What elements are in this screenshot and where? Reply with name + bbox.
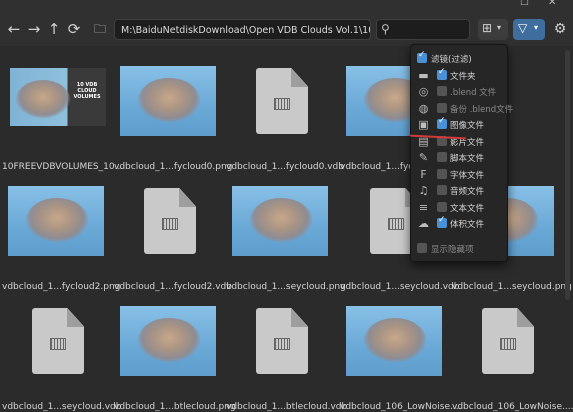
close-icon[interactable]: ✕ <box>548 0 556 8</box>
path-field[interactable]: M:\BaiduNetdiskDownload\Open VDB Clouds … <box>114 19 371 40</box>
back-arrow-icon[interactable]: ← <box>4 19 24 39</box>
filter-option-label: 显示隐藏项 <box>431 245 474 255</box>
folder-icon: ▬ <box>418 68 429 82</box>
forward-arrow-icon[interactable]: → <box>24 19 44 39</box>
filter-option-label: 体积文件 <box>450 220 485 230</box>
file-name: vdbcloud_1...fycloud0.vdb <box>226 162 344 172</box>
chevron-down-icon: ▾ <box>497 23 502 32</box>
title-bar: ☐ ✕ <box>0 0 573 10</box>
filter-option-label: 文件夹 <box>450 71 476 82</box>
blender-icon: ◎ <box>418 85 429 98</box>
filter-option-label: 字体文件 <box>450 170 485 181</box>
image-icon: ▣ <box>418 118 429 131</box>
vdb-file-icon <box>144 188 196 254</box>
file-name: vdbcloud_1...btlecloud.vdb <box>226 402 348 412</box>
file-name: vdbcloud_1...btlecloud.png <box>114 402 236 412</box>
file-thumbnail <box>340 294 452 398</box>
file-name: vdbcloud_1...seycloud.png <box>226 282 346 292</box>
cloud-image <box>232 186 328 256</box>
backup-blend-icon: ◍ <box>418 101 429 115</box>
file-name: vdbcloud_106_LowNoise.... <box>452 402 573 412</box>
text-icon: ≡ <box>418 200 429 214</box>
sound-icon: ♫ <box>418 184 429 197</box>
file-name: vdbcloud_1...seycloud.vdb <box>340 282 460 292</box>
filter-option-label: 图像文件 <box>450 121 485 131</box>
file-thumbnail <box>2 294 114 398</box>
filter-option-label: 音频文件 <box>450 187 485 197</box>
filter-option-label: 备份 .blend文件 <box>450 104 514 115</box>
thumbnails-grid-icon: ⊞ <box>482 21 493 35</box>
file-thumbnail <box>452 294 564 398</box>
settings-gear-icon[interactable]: ⚙ <box>550 19 570 39</box>
filter-option-label: 文本文件 <box>450 203 485 214</box>
filter-option[interactable]: ▣ 图像文件 <box>411 116 507 133</box>
display-mode-dropdown[interactable]: ⊞ ▾ <box>478 19 508 40</box>
cloud-image <box>120 306 216 376</box>
filter-option[interactable]: 显示隐藏项 <box>411 241 507 257</box>
filter-checkbox[interactable] <box>437 185 447 195</box>
file-thumbnail <box>114 294 226 398</box>
filter-checkbox[interactable] <box>437 152 447 162</box>
filter-dropdown-button[interactable]: ▽ ▾ <box>513 19 545 40</box>
filter-option[interactable]: ☁ 体积文件 <box>411 215 507 232</box>
file-name: vdbcloud_1...seycloud.png <box>452 282 572 292</box>
refresh-icon[interactable]: ⟳ <box>64 19 84 39</box>
filter-checkbox[interactable] <box>437 116 447 129</box>
vdb-file-icon <box>256 68 308 134</box>
maximize-icon[interactable]: ☐ <box>520 0 529 8</box>
filter-checkbox[interactable] <box>437 215 447 228</box>
file-thumbnail <box>114 174 226 278</box>
file-thumbnail: 10 VDB CLOUD VOLUMES <box>2 54 114 158</box>
filter-funnel-icon: ▽ <box>518 21 528 35</box>
vdb-file-icon <box>32 308 84 374</box>
filter-option-label: 滤镜(过滤) <box>431 55 472 65</box>
file-thumbnail <box>114 54 226 158</box>
file-name: 10FREEVDBVOLUMES_10... <box>2 162 124 172</box>
filter-checkbox[interactable] <box>417 50 427 63</box>
script-icon: ✎ <box>418 151 429 164</box>
filter-option[interactable]: ◎ .blend 文件 <box>411 84 507 100</box>
file-name: vdbcloud_1...seycloud.vdb <box>2 402 122 412</box>
file-name: vdbcloud_1...fycloud2.vdb <box>114 282 232 292</box>
filter-option[interactable]: F 字体文件 <box>411 167 507 183</box>
filter-option[interactable]: ✎ 脚本文件 <box>411 150 507 166</box>
file-name: vdbcloud_1...fycloud2.png <box>2 282 121 292</box>
filter-option-label: .blend 文件 <box>450 88 497 98</box>
scrollbar[interactable] <box>565 50 570 300</box>
font-icon: F <box>420 167 427 181</box>
cover-title-text: 10 VDB CLOUD VOLUMES <box>73 82 101 100</box>
volume-icon: ☁ <box>418 217 429 230</box>
new-folder-icon[interactable]: 🗀 <box>90 19 110 39</box>
chevron-down-icon: ▾ <box>534 23 539 32</box>
file-name: vdbcloud_106_LowNoise.... <box>340 402 462 412</box>
parent-dir-icon[interactable]: ↑ <box>44 19 64 39</box>
cover-image: 10 VDB CLOUD VOLUMES <box>10 68 106 126</box>
vdb-file-icon <box>256 308 308 374</box>
vdb-file-icon <box>482 308 534 374</box>
filter-checkbox[interactable] <box>437 102 447 113</box>
filter-checkbox[interactable] <box>437 67 447 80</box>
file-thumbnail <box>226 54 338 158</box>
cloud-image <box>346 306 442 376</box>
filter-checkbox[interactable] <box>417 243 427 253</box>
filter-option[interactable]: ♫ 音频文件 <box>411 183 507 199</box>
cloud-image <box>120 66 216 136</box>
filter-checkbox[interactable] <box>437 168 447 179</box>
file-thumbnail <box>226 174 338 278</box>
file-name: vdbcloud_1...fycloud0.png <box>114 162 233 172</box>
filter-option[interactable]: 滤镜(过滤) <box>411 50 507 67</box>
filter-option[interactable]: ▬ 文件夹 <box>411 67 507 84</box>
cloud-image <box>8 186 104 256</box>
file-thumbnail <box>2 174 114 278</box>
filter-popover: 滤镜(过滤)▬文件夹◎.blend 文件◍备份 .blend文件▣图像文件▤影片… <box>410 44 514 262</box>
search-input[interactable]: ⚲ <box>376 19 470 40</box>
file-thumbnail <box>226 294 338 398</box>
filter-option-label: 脚本文件 <box>450 154 485 164</box>
search-icon: ⚲ <box>381 22 390 36</box>
filter-option[interactable]: ◍ 备份 .blend文件 <box>411 101 514 117</box>
toolbar: ← → ↑ ⟳ 🗀 M:\BaiduNetdiskDownload\Open V… <box>0 10 573 47</box>
filter-checkbox[interactable] <box>437 86 447 96</box>
filter-checkbox[interactable] <box>437 201 447 212</box>
filter-option[interactable]: ≡ 文本文件 <box>411 200 507 216</box>
